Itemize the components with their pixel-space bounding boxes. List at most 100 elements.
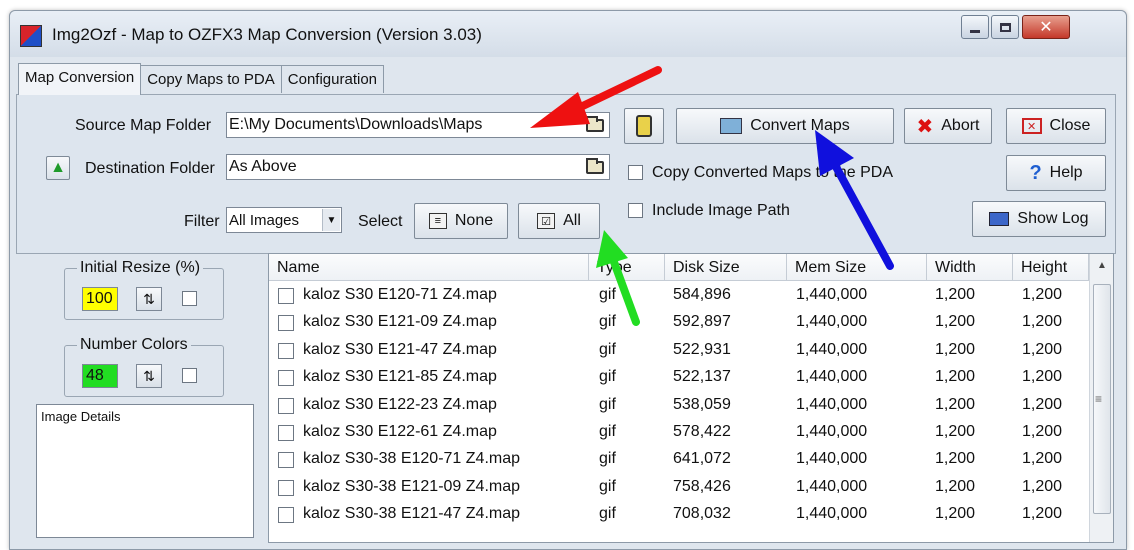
row-checkbox[interactable] [278,315,294,332]
table-row[interactable]: kaloz S30 E122-23 Z4.map gif 538,059 1,440,… [269,392,1089,419]
map-file-list[interactable]: Name Type Disk Size Mem Size Width Heigh… [268,253,1114,543]
column-header-width[interactable]: Width [927,254,1013,281]
cell-width: 1,200 [935,505,976,523]
maximize-button[interactable] [991,15,1019,39]
cell-width: 1,200 [935,395,976,413]
app-icon [20,25,42,47]
show-log-button[interactable]: Show Log [972,201,1106,237]
table-row[interactable]: kaloz S30 E121-47 Z4.map gif 522,931 1,440,… [269,337,1089,364]
copy-to-pda-checkbox[interactable] [628,165,643,180]
source-browse-button[interactable] [582,113,608,137]
cell-disk: 641,072 [673,450,731,468]
cell-disk: 708,032 [673,505,731,523]
column-header-name[interactable]: Name [269,254,589,281]
row-checkbox[interactable] [278,507,294,524]
destination-up-button[interactable]: ▲ [46,156,70,180]
vertical-scrollbar[interactable]: ▲ ≡ [1089,254,1113,542]
deselect-icon: ≡ [428,213,447,229]
question-icon: ? [1029,161,1042,184]
minimize-button[interactable] [961,15,989,39]
number-colors-field[interactable]: 48 [82,364,118,388]
list-header: Name Type Disk Size Mem Size Width Heigh… [269,254,1089,281]
row-checkbox[interactable] [278,452,294,469]
destination-browse-button[interactable] [582,155,608,179]
cell-mem: 1,440,000 [796,368,868,386]
cell-name: kaloz S30 E121-47 Z4.map [303,340,497,358]
row-checkbox[interactable] [278,288,294,304]
cell-name: kaloz S30 E121-09 Z4.map [303,313,497,331]
initial-resize-stepper[interactable]: ⇅ [136,287,162,311]
cell-width: 1,200 [935,313,976,331]
destination-folder-label: Destination Folder [85,160,215,177]
cell-width: 1,200 [935,368,976,386]
cell-height: 1,200 [1022,313,1063,331]
row-checkbox[interactable] [278,479,294,496]
cell-type: gif [599,423,616,440]
cell-height: 1,200 [1022,477,1063,495]
table-row[interactable]: kaloz S30 E120-71 Z4.map gif 584,896 1,440,… [269,282,1089,309]
minimize-icon [970,29,980,33]
cell-width: 1,200 [935,423,976,440]
initial-resize-field[interactable]: 100 [82,287,118,311]
up-arrow-icon: ▲ [50,159,66,176]
abort-button[interactable]: ✖ Abort [904,108,992,144]
table-row[interactable]: kaloz S30-38 E120-71 Z4.map gif 641,072 1,4… [269,446,1089,473]
column-header-height[interactable]: Height [1013,254,1089,281]
window-title: Img2Ozf - Map to OZFX3 Map Conversion (V… [52,25,482,44]
column-header-type[interactable]: Type [589,254,665,281]
cell-height: 1,200 [1022,340,1063,358]
select-none-button[interactable]: ≡ None [414,203,508,239]
select-label: Select [358,213,403,230]
table-row[interactable]: kaloz S30-38 E121-09 Z4.map gif 758,426 1,4… [269,474,1089,501]
spin-icon: ⇅ [143,290,155,307]
tab-copy-maps-to-pda[interactable]: Copy Maps to PDA [140,65,282,93]
help-button[interactable]: ? Help [1006,155,1106,191]
chevron-down-icon: ▼ [322,209,340,231]
row-checkbox[interactable] [278,342,294,359]
row-checkbox[interactable] [278,425,294,441]
close-button[interactable]: ✕ Close [1006,108,1106,144]
table-row[interactable]: kaloz S30-38 E121-47 Z4.map gif 708,032 1,4… [269,501,1089,528]
scroll-grip-icon: ≡ [1095,392,1103,406]
initial-resize-label: Initial Resize (%) [77,259,204,277]
initial-resize-checkbox[interactable] [182,291,197,306]
clipboard-icon [636,115,652,137]
number-colors-checkbox[interactable] [182,368,197,383]
cell-mem: 1,440,000 [796,313,868,331]
clipboard-button[interactable] [624,108,664,144]
filter-label: Filter [184,213,220,230]
cell-width: 1,200 [935,286,976,303]
title-bar: Img2Ozf - Map to OZFX3 Map Conversion (V… [10,11,1126,57]
filter-select[interactable]: All Images ▼ [226,207,342,233]
cell-mem: 1,440,000 [796,286,868,303]
log-table-icon [989,212,1010,226]
cell-type: gif [599,340,616,358]
tab-configuration[interactable]: Configuration [280,65,385,93]
cell-height: 1,200 [1022,450,1063,468]
row-checkbox[interactable] [278,397,294,414]
convert-maps-button[interactable]: Convert Maps [676,108,894,144]
table-row[interactable]: kaloz S30 E121-85 Z4.map gif 522,137 1,440,… [269,364,1089,391]
cell-disk: 522,137 [673,368,731,386]
tab-map-conversion[interactable]: Map Conversion [18,63,142,95]
table-row[interactable]: kaloz S30 E121-09 Z4.map gif 592,897 1,440,… [269,309,1089,336]
number-colors-stepper[interactable]: ⇅ [136,364,162,388]
table-row[interactable]: kaloz S30 E122-61 Z4.map gif 578,422 1,440,… [269,419,1089,446]
abort-label: Abort [941,117,980,134]
cell-disk: 584,896 [673,286,731,303]
cell-height: 1,200 [1022,395,1063,413]
destination-folder-field[interactable]: As Above [226,154,610,180]
source-folder-label: Source Map Folder [75,117,212,134]
column-header-disk-size[interactable]: Disk Size [665,254,787,281]
source-folder-field[interactable]: E:\My Documents\Downloads\Maps [226,112,610,138]
select-all-button[interactable]: ☑ All [518,203,600,239]
include-path-checkbox[interactable] [628,203,643,218]
window-close-button[interactable]: ✕ [1022,15,1070,39]
row-checkbox[interactable] [278,370,294,387]
show-log-label: Show Log [1017,210,1089,227]
cell-height: 1,200 [1022,423,1063,440]
cell-type: gif [599,368,616,386]
scroll-up-icon[interactable]: ▲ [1093,260,1111,278]
cell-width: 1,200 [935,340,976,358]
column-header-mem-size[interactable]: Mem Size [787,254,927,281]
